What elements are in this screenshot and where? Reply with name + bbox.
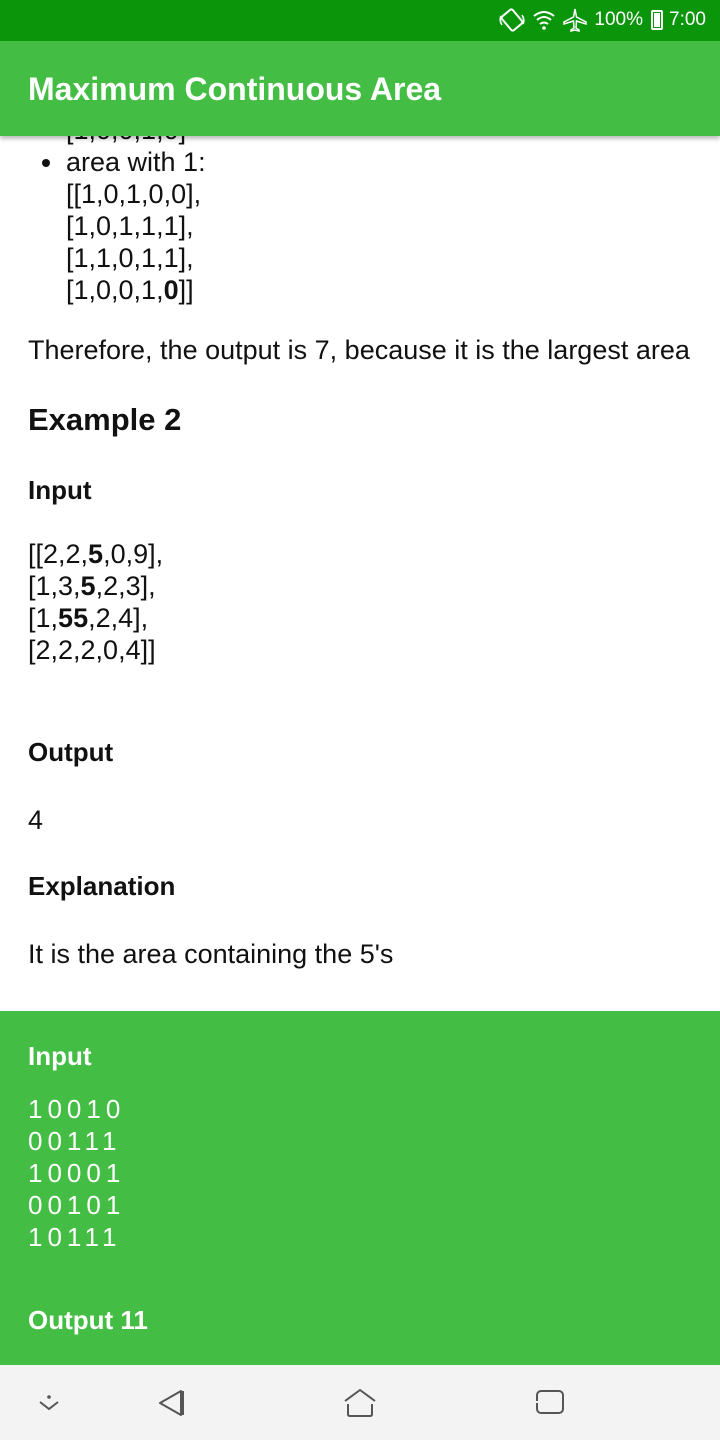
row-highlight: 5 — [88, 539, 104, 569]
result-panel: Input 10010 00111 10001 00101 10111 Outp… — [0, 1011, 720, 1365]
panel-row: 10001 — [28, 1158, 126, 1188]
area-label: area with 1: — [66, 147, 206, 177]
row-highlight: 5 — [80, 571, 96, 601]
output-heading: Output — [28, 737, 114, 767]
conclusion-text: Therefore, the output is 7, because it i… — [28, 335, 690, 365]
battery-percent: 100% — [594, 9, 644, 30]
area-row: [1,0,1,1,1], — [66, 211, 194, 241]
explanation-heading: Explanation — [28, 871, 176, 901]
input-heading: Input — [28, 475, 92, 505]
list-item: area with 1: [[1,0,1,0,0], [1,0,1,1,1], … — [28, 146, 698, 306]
page-title: Maximum Continuous Area — [28, 71, 442, 107]
area-row: [[1,0,1,0,0], — [66, 179, 202, 209]
rotate-icon — [498, 8, 526, 32]
partial-row-text: [1,0,0,1,0] — [66, 136, 186, 145]
recents-icon[interactable] — [534, 1387, 566, 1422]
panel-row: 10111 — [28, 1222, 122, 1252]
panel-input-label: Input — [28, 1041, 92, 1071]
row-text: [1,3, — [28, 571, 81, 601]
row-text: [1,0,0,1, — [66, 275, 164, 305]
collapse-icon[interactable] — [36, 1387, 62, 1422]
matrix-row: [1,55,2,4], — [28, 602, 698, 634]
battery-icon — [651, 10, 664, 30]
explanation-text: It is the area containing the 5's — [28, 939, 394, 969]
row-text: ]] — [178, 275, 194, 305]
panel-output: Output 11 — [28, 1305, 148, 1335]
back-icon[interactable] — [156, 1387, 186, 1424]
row-text: ,0,9], — [103, 539, 164, 569]
matrix-row: [2,2,2,0,4]] — [28, 635, 156, 665]
status-icons: 100% 7:00 — [498, 7, 706, 33]
row-text: ,2,4], — [88, 603, 149, 633]
panel-row: 10010 — [28, 1094, 126, 1124]
row-highlight: 0 — [163, 275, 179, 305]
area-row: [1,0,0,1,0]] — [66, 274, 698, 306]
wifi-icon — [532, 9, 556, 31]
area-row: [1,1,0,1,1], — [66, 243, 194, 273]
row-text: ,2,3], — [95, 571, 156, 601]
example-heading: Example 2 — [28, 402, 182, 437]
panel-input-matrix: 10010 00111 10001 00101 10111 — [28, 1093, 125, 1253]
app-bar: Maximum Continuous Area — [0, 41, 720, 136]
navigation-bar — [0, 1365, 720, 1440]
area-list: area with 1: [[1,0,1,0,0], [1,0,1,1,1], … — [28, 146, 698, 306]
row-text: [1, — [28, 603, 59, 633]
home-icon[interactable] — [342, 1387, 378, 1424]
status-bar: 100% 7:00 — [0, 0, 720, 41]
problem-content[interactable]: [1,0,0,1,0] area with 1: [[1,0,1,0,0], [… — [0, 136, 720, 1011]
partial-matrix-row: [1,0,0,1,0] — [28, 136, 698, 146]
input-matrix: [[2,2,5,0,9], [1,3,5,2,3], [1,55,2,4], [… — [28, 538, 698, 666]
content-inner: [1,0,0,1,0] area with 1: [[1,0,1,0,0], [… — [28, 136, 698, 970]
row-highlight: 5 — [58, 603, 74, 633]
panel-row: 00101 — [28, 1190, 126, 1220]
clock: 7:00 — [669, 9, 706, 30]
airplane-icon — [562, 8, 588, 32]
matrix-row: [1,3,5,2,3], — [28, 570, 698, 602]
row-highlight: 5 — [73, 603, 89, 633]
matrix-row: [[2,2,5,0,9], — [28, 538, 698, 570]
panel-row: 00111 — [28, 1126, 122, 1156]
row-text: [[2,2, — [28, 539, 89, 569]
output-value: 4 — [28, 805, 44, 835]
